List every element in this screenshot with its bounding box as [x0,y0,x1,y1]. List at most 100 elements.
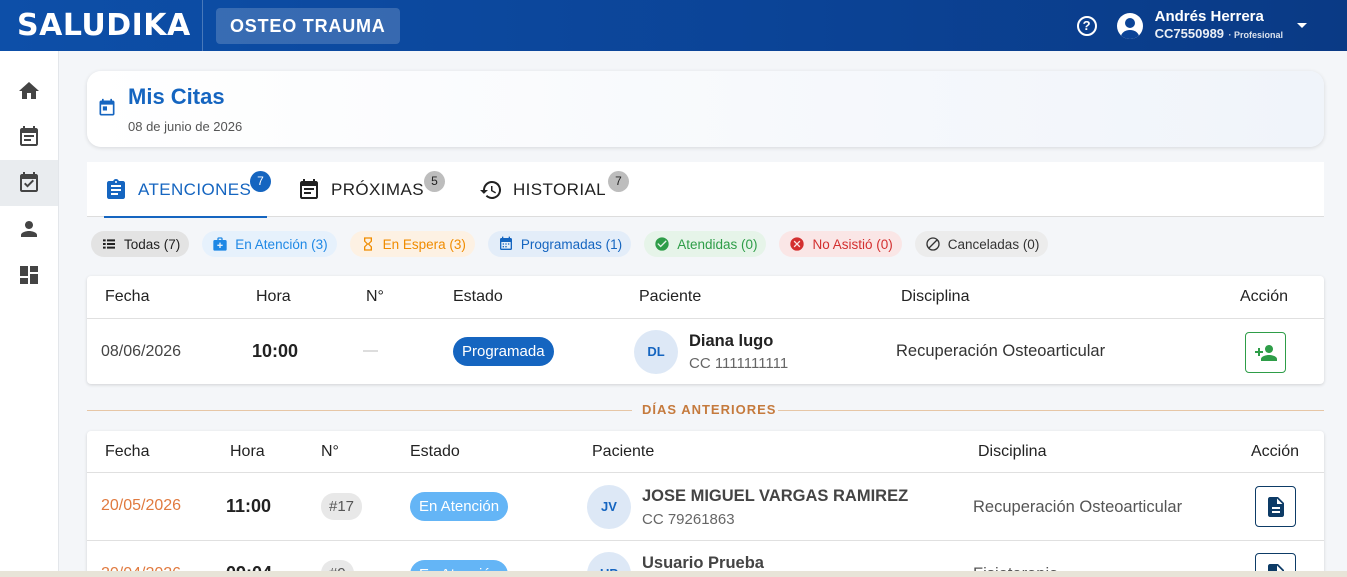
tab-historial[interactable]: HISTORIAL [479,162,606,217]
filter-chip-en-espera[interactable]: En Espera (3) [349,231,475,257]
page-header: Mis Citas 08 de junio de 2026 [87,71,1324,147]
divider [87,318,1324,319]
chevron-down-icon[interactable] [1297,23,1307,28]
past-appointments-table: Fecha Hora N° Estado Paciente Disciplina… [87,431,1324,577]
window-bottom-edge [0,571,1347,577]
appointment-hour: 10:00 [252,341,299,361]
clipboard-icon [107,178,125,199]
avatar: DL [634,330,678,374]
patient-name: JOSE MIGUEL VARGAS RAMIREZ [642,487,909,505]
column-header-accion: Acción [1240,288,1289,305]
user-name: Andrés Herrera [1154,7,1264,25]
filter-chip-label: En Atención (3) [235,236,328,252]
column-header-disciplina[interactable]: Disciplina [978,443,1046,461]
tab-label: PRÓXIMAS [331,179,424,199]
patient-name: Diana lugo [689,332,774,350]
tab-badge: 5 [424,171,445,192]
sidebar-item-calendar[interactable] [0,114,58,160]
filter-chip-canceladas[interactable]: Canceladas (0) [914,231,1049,257]
divider [87,472,1324,473]
tab-proximas[interactable]: PRÓXIMAS [297,162,424,217]
discipline: Recuperación Osteoarticular [973,498,1183,516]
help-icon[interactable]: ? [1076,15,1097,36]
section-divider-label: DÍAS ANTERIORES [642,402,777,417]
section-divider-line [87,410,632,411]
tab-label: ATENCIONES [138,179,252,199]
home-icon [19,82,39,99]
appointment-date: 08/06/2026 [101,343,182,360]
avatar: JV [587,485,631,529]
column-header-paciente[interactable]: Paciente [592,443,654,461]
column-header-numero[interactable]: N° [321,443,339,461]
calendar-check-icon [20,172,38,192]
filter-chip-atendidas[interactable]: Atendidas (0) [644,231,767,257]
filter-chip-en-atencion[interactable]: En Atención (3) [202,231,337,257]
calendar-icon [300,178,318,199]
calendar-grid-icon [498,236,514,252]
filter-chip-no-asistio[interactable]: No Asistió (0) [779,231,902,257]
column-header-estado[interactable]: Estado [453,288,503,306]
appointment-date: 20/05/2026 [101,497,182,514]
tab-badge: 7 [608,171,629,192]
person-icon [21,221,37,237]
sidebar-item-mis-citas[interactable] [0,160,58,206]
user-menu[interactable]: Andrés Herrera CC7550989 · Profesional [1155,8,1283,44]
appointment-number: #17 [321,493,363,520]
view-record-button[interactable] [1255,486,1296,527]
section-divider-line [778,410,1324,411]
page-date: 08 de junio de 2026 [128,119,243,134]
tab-badge: 7 [250,171,271,192]
sidebar [0,51,59,577]
discipline: Recuperación Osteoarticular [896,342,1106,360]
calendar-icon [99,98,115,116]
column-header-fecha[interactable]: Fecha [105,288,149,306]
filter-chip-label: Todas (7) [124,236,181,252]
sidebar-item-profile[interactable] [0,206,58,252]
filter-chip-label: Programadas (1) [520,236,623,252]
column-header-disciplina[interactable]: Disciplina [901,288,969,306]
dashboard-icon [20,266,38,284]
divider [87,540,1324,541]
user-avatar-icon[interactable] [1116,12,1143,39]
column-header-estado[interactable]: Estado [410,443,460,461]
patient-document: CC 1111111111 [689,355,789,372]
admit-patient-button[interactable] [1245,332,1286,373]
cancel-circle-icon [789,236,805,252]
filter-chip-label: Atendidas (0) [677,236,758,252]
appointment-number: — [363,342,378,359]
medical-bag-icon [212,236,228,252]
list-icon [101,236,117,252]
user-role: · Profesional [1228,29,1283,40]
column-header-hora[interactable]: Hora [256,288,291,306]
sidebar-item-dashboard[interactable] [0,252,58,298]
calendar-icon [20,126,38,146]
patient-document: CC 79261863 [642,511,735,528]
column-header-accion: Acción [1251,443,1300,460]
hourglass-icon [360,236,376,252]
column-header-numero[interactable]: N° [366,288,384,306]
filter-chip-todas[interactable]: Todas (7) [91,231,190,257]
filter-chip-programadas[interactable]: Programadas (1) [487,231,632,257]
appointment-hour: 11:00 [226,496,272,516]
status-badge: En Atención [410,492,509,521]
page-title: Mis Citas [128,84,225,109]
top-bar: SALUDIKA OSTEO TRAUMA ? Andrés Herrera C… [0,0,1347,51]
tab-bar: ATENCIONES 7 PRÓXIMAS 5 HISTORIAL 7 [87,162,1324,218]
sidebar-item-home[interactable] [0,68,58,114]
user-id: CC7550989 [1154,25,1225,41]
block-icon [925,236,941,252]
document-icon [1267,496,1284,517]
column-header-fecha[interactable]: Fecha [105,443,149,461]
filter-chip-label: Canceladas (0) [947,236,1040,252]
filter-chips: Todas (7) En Atención (3) En Espera (3) … [91,231,1049,257]
organization-selector[interactable]: OSTEO TRAUMA [216,7,400,44]
tab-label: HISTORIAL [513,179,607,199]
filter-chip-label: En Espera (3) [382,236,466,252]
column-header-hora[interactable]: Hora [230,443,265,461]
tab-atenciones[interactable]: ATENCIONES [104,162,268,218]
column-header-paciente[interactable]: Paciente [639,288,701,306]
brand-logo[interactable]: SALUDIKA [17,0,203,51]
today-appointments-table: Fecha Hora N° Estado Paciente Disciplina… [87,276,1324,384]
person-add-icon [1254,344,1277,361]
filter-chip-label: No Asistió (0) [812,236,893,252]
